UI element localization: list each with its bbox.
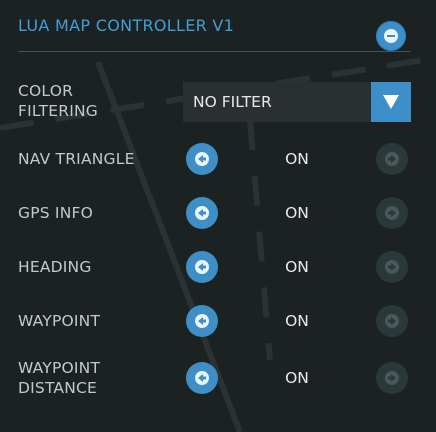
waypoint-distance-control: ON xyxy=(186,362,408,394)
dropdown-button[interactable] xyxy=(371,82,411,122)
panel-title: LUA MAP CONTROLLER V1 xyxy=(18,16,235,35)
waypoint-distance-prev-button[interactable] xyxy=(186,362,218,394)
color-filtering-label: COLOR FILTERING xyxy=(18,82,98,120)
gps-info-label: GPS INFO xyxy=(18,204,94,222)
color-filter-value: NO FILTER xyxy=(193,93,272,111)
arrow-left-icon xyxy=(195,260,209,274)
arrow-right-icon xyxy=(385,152,399,166)
gps-info-next-button[interactable] xyxy=(376,197,408,229)
map-controller-panel: LUA MAP CONTROLLER V1 COLOR FILTERING NO… xyxy=(0,0,436,432)
gps-info-prev-button[interactable] xyxy=(186,197,218,229)
arrow-right-icon xyxy=(385,314,399,328)
heading-control: ON xyxy=(186,251,408,283)
gps-info-value: ON xyxy=(285,204,309,222)
waypoint-distance-next-button[interactable] xyxy=(376,362,408,394)
panel-header: LUA MAP CONTROLLER V1 xyxy=(18,13,410,52)
nav-triangle-next-button[interactable] xyxy=(376,143,408,175)
minus-icon xyxy=(384,29,398,43)
heading-prev-button[interactable] xyxy=(186,251,218,283)
waypoint-value: ON xyxy=(285,312,309,330)
heading-label: HEADING xyxy=(18,258,92,276)
nav-triangle-label: NAV TRIANGLE xyxy=(18,150,135,168)
gps-info-control: ON xyxy=(186,197,408,229)
waypoint-prev-button[interactable] xyxy=(186,305,218,337)
arrow-right-icon xyxy=(385,206,399,220)
waypoint-control: ON xyxy=(186,305,408,337)
arrow-left-icon xyxy=(195,152,209,166)
nav-triangle-prev-button[interactable] xyxy=(186,143,218,175)
arrow-right-icon xyxy=(385,260,399,274)
arrow-left-icon xyxy=(195,314,209,328)
waypoint-distance-value: ON xyxy=(285,369,309,387)
arrow-right-icon xyxy=(385,371,399,385)
arrow-left-icon xyxy=(195,371,209,385)
waypoint-next-button[interactable] xyxy=(376,305,408,337)
nav-triangle-control: ON xyxy=(186,143,408,175)
heading-next-button[interactable] xyxy=(376,251,408,283)
arrow-left-icon xyxy=(195,206,209,220)
collapse-button[interactable] xyxy=(376,21,406,51)
color-filter-select[interactable]: NO FILTER xyxy=(183,82,411,122)
chevron-down-icon xyxy=(383,95,399,109)
heading-value: ON xyxy=(285,258,309,276)
waypoint-distance-label: WAYPOINT DISTANCE xyxy=(18,359,101,397)
nav-triangle-value: ON xyxy=(285,150,309,168)
waypoint-label: WAYPOINT xyxy=(18,312,101,330)
